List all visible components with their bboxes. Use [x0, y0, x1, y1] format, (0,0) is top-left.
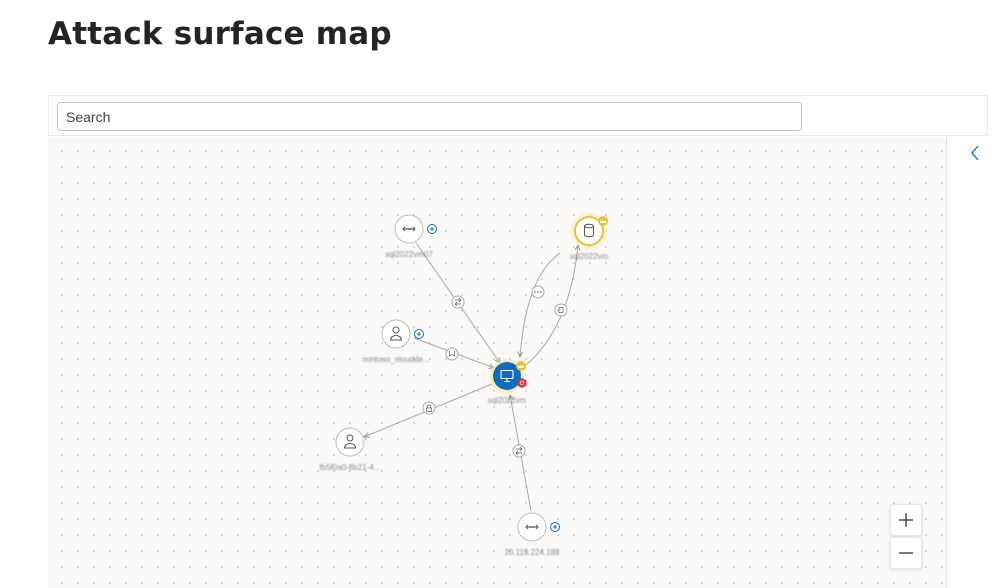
chevron-left-icon: [971, 145, 979, 161]
attack-graph[interactable]: sql2022vm07 sql2022vm contoso_cloudde...…: [48, 137, 946, 588]
graph-node[interactable]: sql2022vm07: [385, 214, 437, 259]
node-label: fb5f0a0-8b21-4...: [320, 463, 381, 472]
graph-edges: [364, 242, 578, 512]
identity-icon[interactable]: [445, 347, 459, 361]
lock-icon[interactable]: [422, 401, 436, 415]
node-label: sql2022vm: [570, 252, 609, 261]
graph-canvas[interactable]: sql2022vm07 sql2022vm contoso_cloudde...…: [48, 137, 946, 588]
zoom-in-button[interactable]: [890, 504, 922, 536]
node-label: 20.119.224.189: [504, 548, 560, 557]
routes-to-icon[interactable]: [512, 444, 526, 458]
edge-n4-n2: [525, 245, 578, 366]
edge-n2-n4: [520, 252, 561, 357]
search-bar: [48, 95, 988, 136]
expand-icon[interactable]: [550, 522, 560, 532]
search-input[interactable]: [57, 102, 802, 131]
node-label: sql2022vm07: [385, 250, 433, 259]
graph-node[interactable]: 20.119.224.189: [504, 512, 560, 557]
node-label: contoso_cloudde...: [362, 355, 429, 364]
expand-icon[interactable]: [427, 224, 437, 234]
expand-icon[interactable]: [414, 329, 424, 339]
graph-node[interactable]: fb5f0a0-8b21-4...: [320, 427, 381, 472]
details-panel-rail: [946, 137, 995, 588]
plus-icon: [899, 513, 913, 527]
permission-icon[interactable]: [554, 303, 568, 317]
expand-panel-button[interactable]: [965, 143, 985, 163]
graph-node[interactable]: contoso_cloudde...: [362, 319, 430, 364]
minus-icon: [899, 552, 913, 554]
routes-to-icon[interactable]: [451, 295, 465, 309]
crown-jewel-icon: [598, 216, 608, 226]
crown-jewel-icon: [516, 361, 526, 371]
page-title: Attack surface map: [48, 16, 392, 52]
zoom-out-button[interactable]: [890, 537, 922, 569]
node-label: sql2022vm: [488, 396, 527, 405]
more-icon[interactable]: [531, 285, 545, 299]
graph-node[interactable]: sql2022vm: [569, 211, 609, 261]
graph-node[interactable]: sql2022vm: [488, 359, 527, 405]
